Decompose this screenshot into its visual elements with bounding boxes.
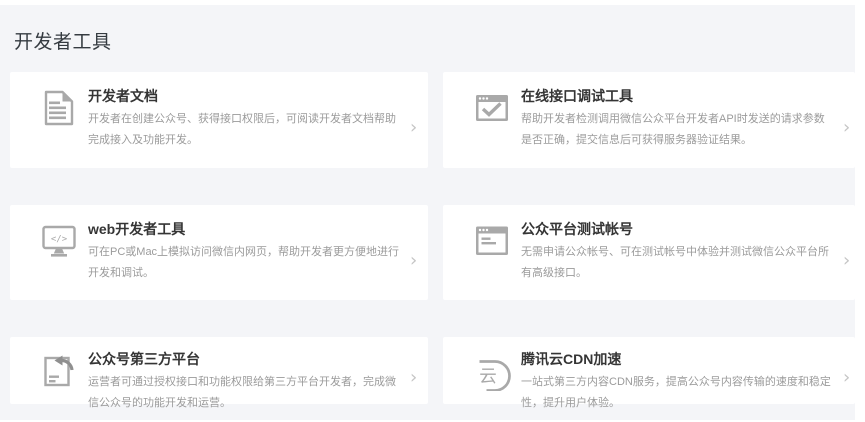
tool-card-grid: 开发者文档 开发者在创建公众号、获得接口权限后，可阅读开发者文档帮助完成接入及功… <box>10 72 855 404</box>
card-content: 公众平台测试帐号 无需申请公众帐号、可在测试帐号中体验并测试微信公众平台所有高级… <box>521 221 833 284</box>
card-description: 运营者可通过授权接口和功能权限给第三方平台开发者，完成微信公众号的功能开发和运营… <box>88 372 400 414</box>
tool-card-5[interactable]: 公众号第三方平台 运营者可通过授权接口和功能权限给第三方平台开发者，完成微信公众… <box>10 337 428 404</box>
card-title: 公众平台测试帐号 <box>521 221 833 237</box>
chevron-right-icon: › <box>410 252 417 270</box>
chevron-right-icon: › <box>843 369 850 387</box>
page-title: 开发者工具 <box>14 27 112 54</box>
card-title: 开发者文档 <box>88 88 400 104</box>
card-content: 公众号第三方平台 运营者可通过授权接口和功能权限给第三方平台开发者，完成微信公众… <box>88 351 400 414</box>
svg-text:</>: </> <box>51 235 68 245</box>
card-description: 帮助开发者检测调用微信公众平台开发者API时发送的请求参数是否正确，提交信息后可… <box>521 109 833 151</box>
card-description: 开发者在创建公众号、获得接口权限后，可阅读开发者文档帮助完成接入及功能开发。 <box>88 109 400 151</box>
card-content: 在线接口调试工具 帮助开发者检测调用微信公众平台开发者API时发送的请求参数是否… <box>521 88 833 151</box>
chevron-right-icon: › <box>843 119 850 137</box>
window-lines-icon <box>472 221 512 261</box>
card-content: 开发者文档 开发者在创建公众号、获得接口权限后，可阅读开发者文档帮助完成接入及功… <box>88 88 400 151</box>
card-description: 一站式第三方内容CDN服务，提高公众号内容传输的速度和稳定性，提升用户体验。 <box>521 372 833 414</box>
card-description: 无需申请公众帐号、可在测试帐号中体验并测试微信公众平台所有高级接口。 <box>521 242 833 284</box>
tool-card-3[interactable]: </> web开发者工具 可在PC或Mac上模拟访问微信内网页，帮助开发者更方便… <box>10 205 428 300</box>
tool-card-1[interactable]: 开发者文档 开发者在创建公众号、获得接口权限后，可阅读开发者文档帮助完成接入及功… <box>10 72 428 168</box>
card-title: 在线接口调试工具 <box>521 88 833 104</box>
chevron-right-icon: › <box>410 119 417 137</box>
card-description: 可在PC或Mac上模拟访问微信内网页，帮助开发者更方便地进行开发和调试。 <box>88 242 400 284</box>
tool-card-6[interactable]: 云 腾讯云CDN加速 一站式第三方内容CDN服务，提高公众号内容传输的速度和稳定… <box>443 337 855 404</box>
chevron-right-icon: › <box>843 252 850 270</box>
card-content: web开发者工具 可在PC或Mac上模拟访问微信内网页，帮助开发者更方便地进行开… <box>88 221 400 284</box>
doc-lines-icon <box>39 88 79 128</box>
svg-text:云: 云 <box>479 367 497 387</box>
monitor-code-icon: </> <box>39 221 79 261</box>
card-title: web开发者工具 <box>88 221 400 237</box>
window-check-icon <box>472 88 512 128</box>
card-title: 公众号第三方平台 <box>88 351 400 367</box>
tool-card-4[interactable]: 公众平台测试帐号 无需申请公众帐号、可在测试帐号中体验并测试微信公众平台所有高级… <box>443 205 855 300</box>
card-content: 腾讯云CDN加速 一站式第三方内容CDN服务，提高公众号内容传输的速度和稳定性，… <box>521 351 833 414</box>
card-title: 腾讯云CDN加速 <box>521 351 833 367</box>
tencent-cloud-icon: 云 <box>472 351 512 391</box>
doc-arrow-icon <box>39 351 79 391</box>
chevron-right-icon: › <box>410 369 417 387</box>
tool-card-2[interactable]: 在线接口调试工具 帮助开发者检测调用微信公众平台开发者API时发送的请求参数是否… <box>443 72 855 168</box>
